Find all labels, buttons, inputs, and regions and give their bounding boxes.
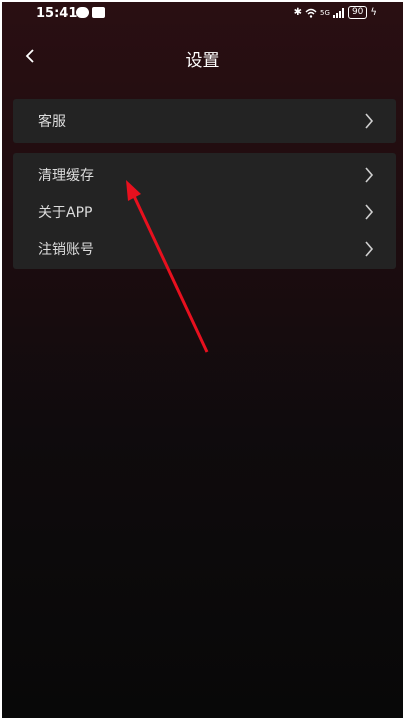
annotation-arrow-icon (126, 180, 209, 353)
